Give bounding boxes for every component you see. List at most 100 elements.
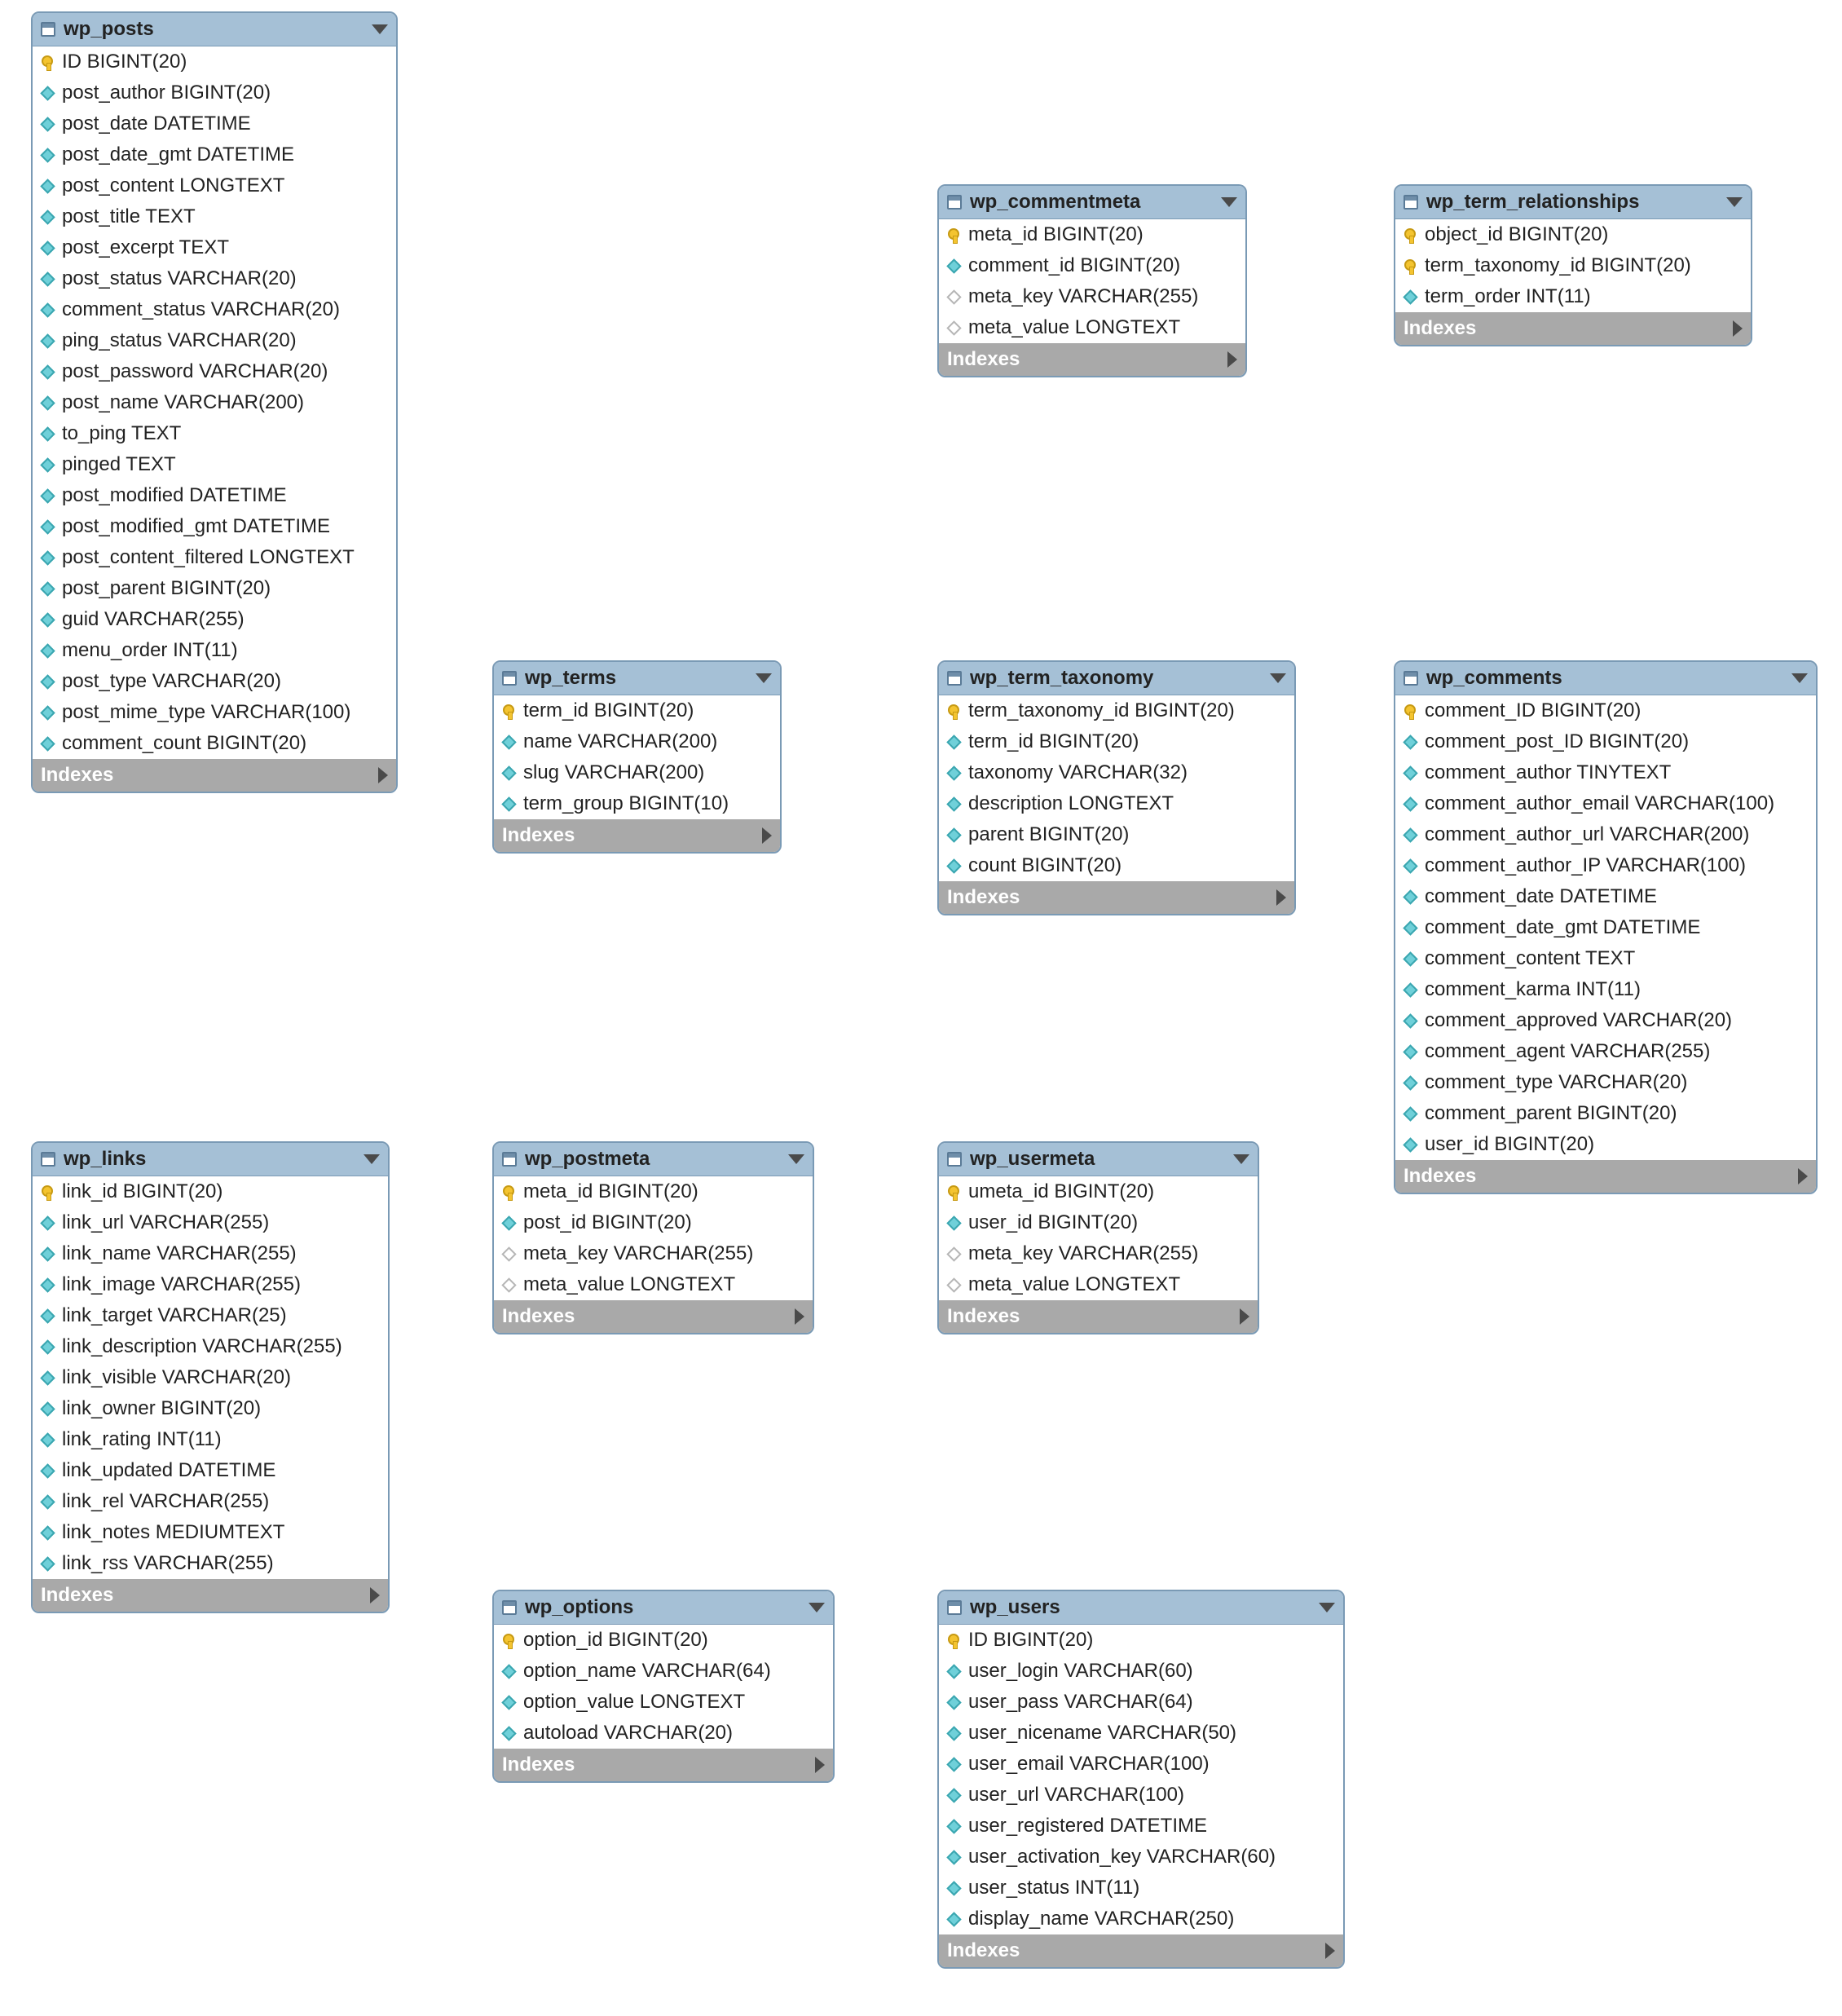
column-row[interactable]: umeta_id BIGINT(20) bbox=[939, 1176, 1258, 1207]
column-row[interactable]: comment_status VARCHAR(20) bbox=[33, 294, 396, 325]
column-row[interactable]: link_name VARCHAR(255) bbox=[33, 1238, 388, 1269]
chevron-down-icon[interactable] bbox=[1221, 197, 1237, 207]
indexes-bar[interactable]: Indexes bbox=[33, 759, 396, 792]
chevron-down-icon[interactable] bbox=[1233, 1154, 1249, 1164]
chevron-right-icon[interactable] bbox=[1240, 1308, 1249, 1325]
table-header[interactable]: wp_links bbox=[33, 1143, 388, 1176]
column-row[interactable]: user_id BIGINT(20) bbox=[1395, 1129, 1816, 1160]
column-row[interactable]: comment_count BIGINT(20) bbox=[33, 728, 396, 759]
column-row[interactable]: link_visible VARCHAR(20) bbox=[33, 1362, 388, 1393]
column-row[interactable]: comment_type VARCHAR(20) bbox=[1395, 1067, 1816, 1098]
column-row[interactable]: comment_ID BIGINT(20) bbox=[1395, 695, 1816, 726]
chevron-down-icon[interactable] bbox=[809, 1603, 825, 1612]
column-row[interactable]: user_activation_key VARCHAR(60) bbox=[939, 1842, 1343, 1873]
column-row[interactable]: option_name VARCHAR(64) bbox=[494, 1656, 833, 1687]
column-row[interactable]: term_id BIGINT(20) bbox=[494, 695, 780, 726]
column-row[interactable]: term_taxonomy_id BIGINT(20) bbox=[1395, 250, 1751, 281]
table-header[interactable]: wp_term_relationships bbox=[1395, 186, 1751, 219]
table-wp_terms[interactable]: wp_termsterm_id BIGINT(20)name VARCHAR(2… bbox=[492, 660, 782, 854]
column-row[interactable]: description LONGTEXT bbox=[939, 788, 1294, 819]
table-header[interactable]: wp_term_taxonomy bbox=[939, 662, 1294, 695]
column-row[interactable]: comment_date_gmt DATETIME bbox=[1395, 912, 1816, 943]
column-row[interactable]: post_parent BIGINT(20) bbox=[33, 573, 396, 604]
column-row[interactable]: post_status VARCHAR(20) bbox=[33, 263, 396, 294]
table-header[interactable]: wp_comments bbox=[1395, 662, 1816, 695]
column-row[interactable]: name VARCHAR(200) bbox=[494, 726, 780, 757]
column-row[interactable]: autoload VARCHAR(20) bbox=[494, 1718, 833, 1749]
table-wp_links[interactable]: wp_linkslink_id BIGINT(20)link_url VARCH… bbox=[31, 1141, 390, 1613]
column-row[interactable]: term_id BIGINT(20) bbox=[939, 726, 1294, 757]
column-row[interactable]: comment_author TINYTEXT bbox=[1395, 757, 1816, 788]
column-row[interactable]: link_target VARCHAR(25) bbox=[33, 1300, 388, 1331]
column-row[interactable]: link_url VARCHAR(255) bbox=[33, 1207, 388, 1238]
column-row[interactable]: user_login VARCHAR(60) bbox=[939, 1656, 1343, 1687]
chevron-right-icon[interactable] bbox=[370, 1587, 380, 1604]
indexes-bar[interactable]: Indexes bbox=[494, 1749, 833, 1781]
chevron-right-icon[interactable] bbox=[795, 1308, 804, 1325]
chevron-right-icon[interactable] bbox=[1733, 320, 1743, 337]
indexes-bar[interactable]: Indexes bbox=[494, 1300, 813, 1333]
column-row[interactable]: object_id BIGINT(20) bbox=[1395, 219, 1751, 250]
column-row[interactable]: comment_content TEXT bbox=[1395, 943, 1816, 974]
column-row[interactable]: post_type VARCHAR(20) bbox=[33, 666, 396, 697]
column-row[interactable]: user_pass VARCHAR(64) bbox=[939, 1687, 1343, 1718]
chevron-down-icon[interactable] bbox=[1726, 197, 1743, 207]
indexes-bar[interactable]: Indexes bbox=[939, 1934, 1343, 1967]
column-row[interactable]: user_status INT(11) bbox=[939, 1873, 1343, 1904]
indexes-bar[interactable]: Indexes bbox=[494, 819, 780, 852]
column-row[interactable]: post_mime_type VARCHAR(100) bbox=[33, 697, 396, 728]
column-row[interactable]: post_content LONGTEXT bbox=[33, 170, 396, 201]
table-header[interactable]: wp_postmeta bbox=[494, 1143, 813, 1176]
indexes-bar[interactable]: Indexes bbox=[1395, 1160, 1816, 1193]
table-wp_options[interactable]: wp_optionsoption_id BIGINT(20)option_nam… bbox=[492, 1590, 835, 1783]
chevron-down-icon[interactable] bbox=[1270, 673, 1286, 683]
column-row[interactable]: meta_id BIGINT(20) bbox=[494, 1176, 813, 1207]
column-row[interactable]: meta_id BIGINT(20) bbox=[939, 219, 1245, 250]
column-row[interactable]: comment_id BIGINT(20) bbox=[939, 250, 1245, 281]
chevron-down-icon[interactable] bbox=[1791, 673, 1808, 683]
indexes-bar[interactable]: Indexes bbox=[939, 1300, 1258, 1333]
chevron-right-icon[interactable] bbox=[815, 1757, 825, 1773]
column-row[interactable]: comment_author_url VARCHAR(200) bbox=[1395, 819, 1816, 850]
column-row[interactable]: slug VARCHAR(200) bbox=[494, 757, 780, 788]
column-row[interactable]: post_password VARCHAR(20) bbox=[33, 356, 396, 387]
chevron-right-icon[interactable] bbox=[1798, 1168, 1808, 1184]
column-row[interactable]: post_date DATETIME bbox=[33, 108, 396, 139]
column-row[interactable]: link_owner BIGINT(20) bbox=[33, 1393, 388, 1424]
table-wp_comments[interactable]: wp_commentscomment_ID BIGINT(20) comment_… bbox=[1394, 660, 1818, 1194]
chevron-down-icon[interactable] bbox=[756, 673, 772, 683]
chevron-right-icon[interactable] bbox=[1227, 351, 1237, 368]
column-row[interactable]: link_updated DATETIME bbox=[33, 1455, 388, 1486]
column-row[interactable]: comment_approved VARCHAR(20) bbox=[1395, 1005, 1816, 1036]
chevron-right-icon[interactable] bbox=[1325, 1943, 1335, 1959]
column-row[interactable]: link_rel VARCHAR(255) bbox=[33, 1486, 388, 1517]
table-wp_usermeta[interactable]: wp_usermetaumeta_id BIGINT(20)user_id BI… bbox=[937, 1141, 1259, 1334]
column-row[interactable]: link_rss VARCHAR(255) bbox=[33, 1548, 388, 1579]
chevron-right-icon[interactable] bbox=[1276, 889, 1286, 906]
column-row[interactable]: display_name VARCHAR(250) bbox=[939, 1904, 1343, 1934]
column-row[interactable]: user_email VARCHAR(100) bbox=[939, 1749, 1343, 1780]
table-header[interactable]: wp_posts bbox=[33, 13, 396, 46]
column-row[interactable]: post_name VARCHAR(200) bbox=[33, 387, 396, 418]
column-row[interactable]: link_description VARCHAR(255) bbox=[33, 1331, 388, 1362]
column-row[interactable]: post_excerpt TEXT bbox=[33, 232, 396, 263]
column-row[interactable]: post_date_gmt DATETIME bbox=[33, 139, 396, 170]
column-row[interactable]: link_rating INT(11) bbox=[33, 1424, 388, 1455]
table-header[interactable]: wp_commentmeta bbox=[939, 186, 1245, 219]
column-row[interactable]: user_url VARCHAR(100) bbox=[939, 1780, 1343, 1811]
column-row[interactable]: user_id BIGINT(20) bbox=[939, 1207, 1258, 1238]
column-row[interactable]: user_registered DATETIME bbox=[939, 1811, 1343, 1842]
chevron-down-icon[interactable] bbox=[788, 1154, 804, 1164]
column-row[interactable]: meta_value LONGTEXT bbox=[939, 1269, 1258, 1300]
indexes-bar[interactable]: Indexes bbox=[939, 343, 1245, 376]
column-row[interactable]: parent BIGINT(20) bbox=[939, 819, 1294, 850]
chevron-down-icon[interactable] bbox=[1319, 1603, 1335, 1612]
column-row[interactable]: meta_key VARCHAR(255) bbox=[939, 281, 1245, 312]
column-row[interactable]: pinged TEXT bbox=[33, 449, 396, 480]
chevron-down-icon[interactable] bbox=[372, 24, 388, 34]
column-row[interactable]: count BIGINT(20) bbox=[939, 850, 1294, 881]
indexes-bar[interactable]: Indexes bbox=[939, 881, 1294, 914]
column-row[interactable]: term_group BIGINT(10) bbox=[494, 788, 780, 819]
column-row[interactable]: comment_author_IP VARCHAR(100) bbox=[1395, 850, 1816, 881]
column-row[interactable]: meta_value LONGTEXT bbox=[494, 1269, 813, 1300]
